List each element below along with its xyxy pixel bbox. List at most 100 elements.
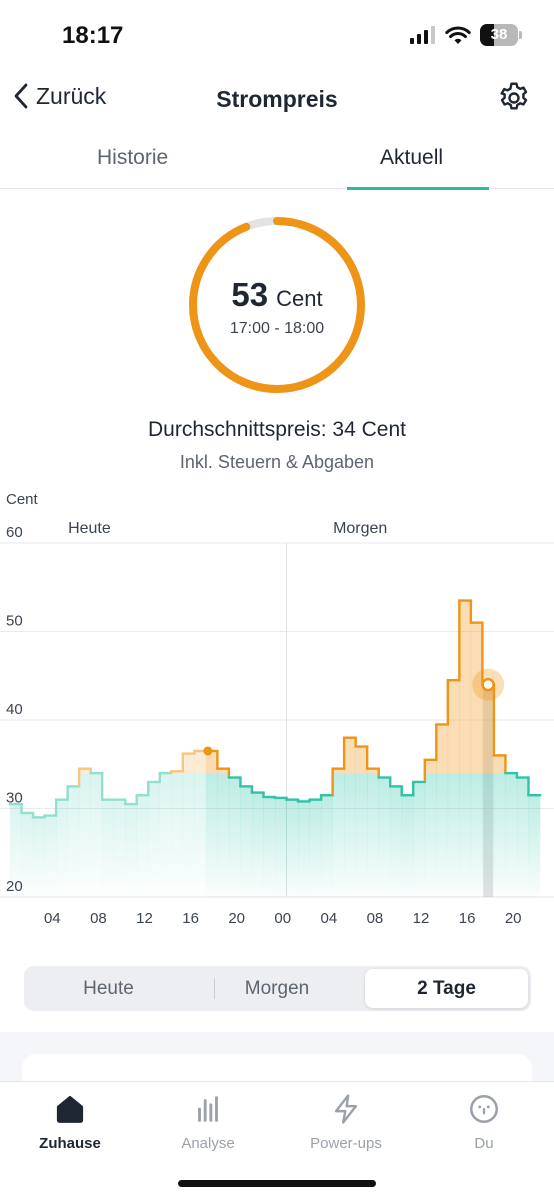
area-fill (424, 773, 437, 897)
area-fill (44, 815, 57, 897)
house-icon (56, 1095, 84, 1123)
gear-icon (500, 82, 528, 110)
x-tick-label: 00 (274, 910, 291, 927)
x-tick-label: 12 (136, 910, 153, 927)
x-tick-label: 08 (367, 910, 384, 927)
area-fill (56, 799, 68, 897)
area-fill-above-average (459, 600, 472, 774)
area-fill (171, 773, 184, 897)
area-fill (263, 796, 276, 897)
current-price: 53 (231, 276, 269, 313)
area-fill (125, 804, 138, 897)
x-tick-label: 16 (459, 910, 476, 927)
area-fill (355, 773, 368, 897)
y-tick-label: 50 (6, 613, 23, 630)
area-fill (182, 773, 195, 897)
nav-label-du: Du (474, 1135, 494, 1152)
nav-zuhause[interactable]: Zuhause (10, 1092, 130, 1152)
area-fill (482, 773, 495, 897)
area-fill (136, 795, 149, 897)
area-fill-above-average (447, 680, 460, 774)
active-tab-indicator (347, 187, 489, 190)
x-tick-label: 20 (228, 910, 245, 927)
tab-bar: Historie Aktuell (0, 134, 554, 190)
signal-icon (410, 26, 435, 44)
area-fill (67, 786, 80, 897)
y-tick-label: 40 (6, 701, 23, 718)
area-fill (251, 792, 264, 897)
area-fill (516, 777, 529, 897)
area-fill-above-average (493, 755, 506, 774)
area-fill (378, 777, 391, 897)
area-fill (102, 799, 114, 897)
range-option-2-tage[interactable]: 2 Tage (365, 969, 528, 1008)
bar-chart-icon (198, 1096, 218, 1122)
area-fill (298, 801, 310, 897)
status-time: 18:17 (62, 22, 124, 49)
area-fill (21, 812, 34, 897)
average-price: Durchschnittspreis: 34 Cent (148, 418, 406, 441)
range-option-heute[interactable]: Heute (27, 969, 190, 1008)
area-fill (79, 773, 91, 897)
price-time-range: 17:00 - 18:00 (229, 320, 325, 337)
area-fill (275, 797, 287, 897)
area-fill-above-average (436, 724, 449, 774)
area-fill-above-average (194, 750, 207, 774)
area-fill (436, 773, 449, 897)
settings-button[interactable] (496, 80, 532, 121)
area-fill-above-average (355, 746, 368, 774)
area-fill (493, 773, 506, 897)
status-bar: 18:17 38 (0, 0, 554, 74)
content-section (0, 1032, 554, 1094)
x-tick-label: 04 (44, 910, 61, 927)
day-label-morgen: Morgen (333, 520, 387, 537)
y-tick-label: 20 (6, 878, 23, 895)
home-indicator (178, 1180, 376, 1187)
area-fill (390, 786, 403, 897)
lightning-icon (334, 1094, 358, 1124)
face-icon (469, 1094, 499, 1124)
nav-analyse[interactable]: Analyse (148, 1092, 268, 1152)
area-fill (344, 773, 356, 897)
area-fill (332, 773, 345, 897)
area-fill (470, 773, 483, 897)
nav-power-ups[interactable]: Power-ups (286, 1092, 406, 1152)
y-tick-label: 30 (6, 790, 23, 807)
area-fill (159, 773, 172, 897)
y-axis-label: Cent (6, 491, 39, 508)
area-fill (113, 799, 126, 897)
range-option-morgen[interactable]: Morgen (192, 969, 362, 1008)
area-fill (286, 799, 299, 897)
area-fill (321, 795, 333, 897)
area-fill (447, 773, 460, 897)
area-fill-above-average (424, 759, 437, 774)
nav-label-power-ups: Power-ups (310, 1135, 382, 1152)
status-icons: 38 (410, 24, 522, 46)
page-title: Strompreis (216, 86, 338, 112)
area-fill (367, 773, 379, 897)
nav-label-analyse: Analyse (181, 1135, 235, 1152)
x-tick-label: 12 (413, 910, 430, 927)
peak-marker (481, 677, 495, 692)
area-fill (401, 795, 414, 897)
area-fill (459, 773, 472, 897)
range-selector: Heute Morgen 2 Tage (24, 966, 531, 1011)
area-fill (309, 799, 322, 897)
x-tick-label: 08 (90, 910, 107, 927)
x-tick-label: 20 (505, 910, 522, 927)
nav-label-zuhause: Zuhause (39, 1135, 101, 1152)
tab-historie[interactable]: Historie (97, 146, 168, 170)
x-tick-label: 16 (182, 910, 199, 927)
area-fill (205, 773, 218, 897)
tab-aktuell[interactable]: Aktuell (380, 146, 443, 170)
area-fill (148, 781, 161, 897)
y-tick-label: 60 (6, 524, 23, 541)
area-fill-above-average (182, 753, 195, 774)
area-fill-above-average (344, 737, 356, 774)
wifi-icon (445, 26, 471, 44)
tax-note: Inkl. Steuern & Abgaben (179, 452, 375, 472)
nav-du[interactable]: Du (424, 1092, 544, 1152)
area-fill (240, 786, 253, 897)
price-chart[interactable]: Cent 60 50 40 30 20 Heute Morgen 04 08 12 16 20 00 04… (0, 480, 554, 930)
price-ring: 53 Cent 17:00 - 18:00 (184, 212, 370, 398)
